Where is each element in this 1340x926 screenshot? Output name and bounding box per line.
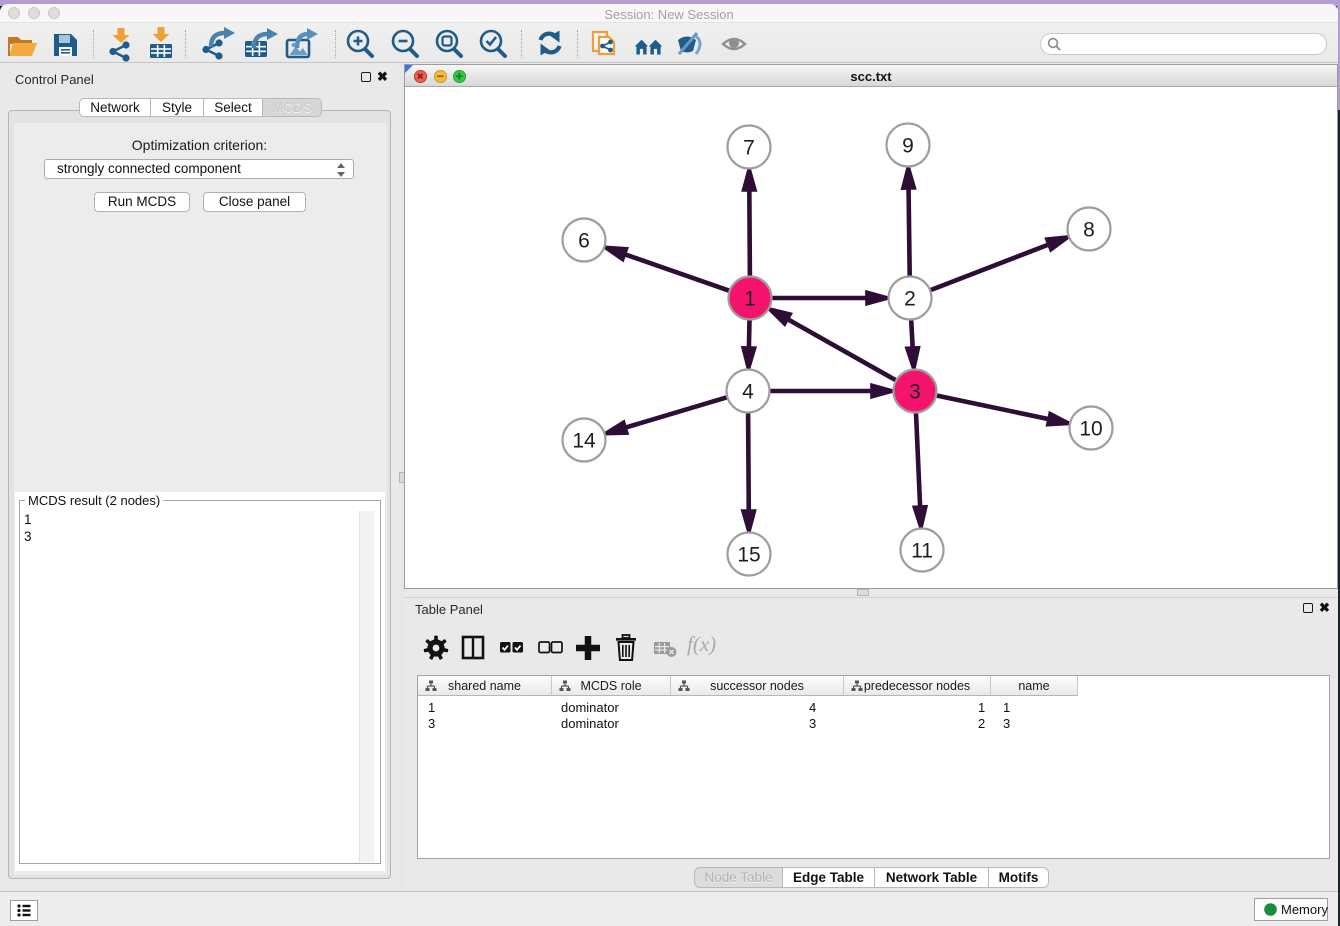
svg-text:9: 9 xyxy=(902,135,914,158)
svg-text:4: 4 xyxy=(742,381,754,404)
svg-text:2: 2 xyxy=(904,288,916,311)
svg-text:11: 11 xyxy=(911,540,933,563)
svg-text:6: 6 xyxy=(578,230,590,253)
svg-text:15: 15 xyxy=(737,544,760,567)
svg-text:14: 14 xyxy=(572,430,596,453)
svg-text:10: 10 xyxy=(1079,418,1102,441)
svg-text:1: 1 xyxy=(744,288,756,311)
svg-text:7: 7 xyxy=(743,137,755,160)
svg-text:3: 3 xyxy=(909,381,921,404)
svg-text:8: 8 xyxy=(1083,219,1095,242)
